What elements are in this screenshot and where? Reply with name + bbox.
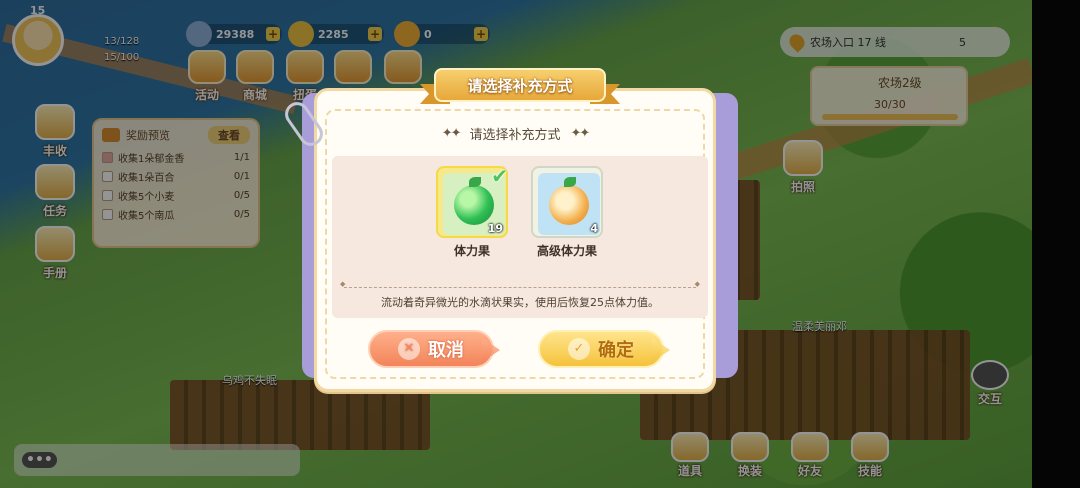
item-count: 4 <box>590 222 598 235</box>
item-advanced-stamina-fruit[interactable]: 4 高级体力果 <box>531 166 603 259</box>
item-slot: ✔ 19 <box>436 164 508 238</box>
dialog-subtitle: ✦✦ 请选择补充方式 ✦✦ <box>314 124 716 143</box>
selected-check-icon: ✔ <box>491 164 508 188</box>
sparkle-icon: ✦✦ <box>441 126 462 141</box>
cancel-label: 取消 <box>428 340 464 361</box>
dialog-title: 请选择补充方式 <box>434 68 606 102</box>
leaf-icon <box>469 177 481 187</box>
item-slot: 4 <box>531 166 603 238</box>
cancel-button[interactable]: ✕ 取消 <box>368 330 500 368</box>
green-stamina-fruit-icon <box>454 185 494 225</box>
item-count: 19 <box>487 222 503 235</box>
item-description: 流动着奇异微光的水滴状果实，使用后恢复25点体力值。 <box>381 296 659 309</box>
screen-edge <box>1032 0 1080 488</box>
dialog-subtitle-text: 请选择补充方式 <box>469 128 561 143</box>
item-name: 高级体力果 <box>536 244 597 258</box>
divider <box>340 280 700 288</box>
check-icon: ✓ <box>568 338 590 360</box>
item-stamina-fruit[interactable]: ✔ 19 体力果 <box>436 164 508 259</box>
leaf-icon <box>564 177 576 187</box>
orange-stamina-fruit-icon <box>549 185 589 225</box>
dialog-banner: 请选择补充方式 <box>420 68 620 106</box>
confirm-label: 确定 <box>598 340 634 361</box>
close-icon: ✕ <box>398 338 420 360</box>
sparkle-icon: ✦✦ <box>570 126 591 141</box>
item-name: 体力果 <box>453 244 490 258</box>
confirm-button[interactable]: ✓ 确定 <box>538 330 670 368</box>
